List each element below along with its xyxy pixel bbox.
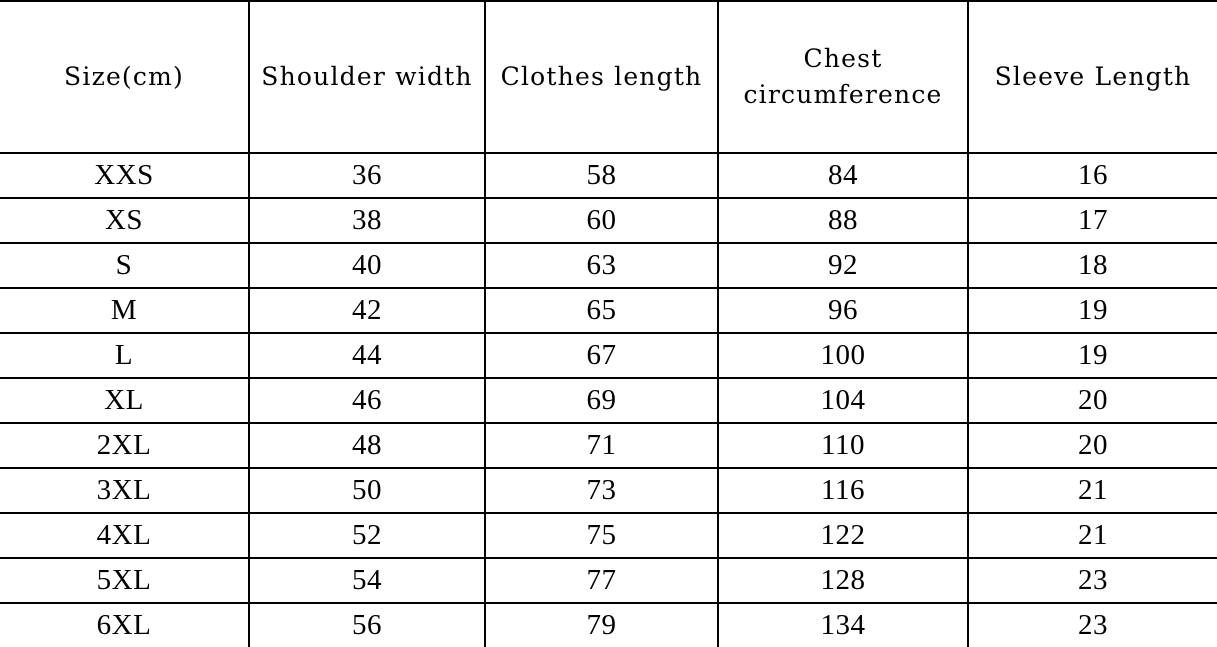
cell-sleeve-length: 21 [967,467,1217,514]
cell-clothes-length: 58 [484,152,718,199]
cell-size: XL [0,377,249,424]
cell-shoulder-width: 54 [248,557,485,604]
cell-size: 2XL [0,422,249,469]
cell-clothes-length: 65 [484,287,718,334]
cell-clothes-length: 73 [484,467,718,514]
column-header-chest-circumference: Chest circumference [717,0,968,154]
table-row: 6XL 56 79 134 23 [0,602,1217,647]
size-chart-sheet: Size(cm) Shoulder width Clothes length C… [0,0,1217,647]
table-row: 5XL 54 77 128 23 [0,557,1217,604]
column-header-shoulder-width-label: Shoulder width [261,61,473,91]
cell-shoulder-width: 40 [248,242,485,289]
cell-size: 5XL [0,557,249,604]
cell-shoulder-width: 50 [248,467,485,514]
cell-clothes-length: 63 [484,242,718,289]
column-header-size: Size(cm) [0,0,249,154]
cell-shoulder-width: 36 [248,152,485,199]
column-header-chest-circumference-label-line2: circumference [743,80,943,109]
table-row: S 40 63 92 18 [0,242,1217,289]
cell-chest-circumference: 128 [717,557,968,604]
cell-size: XXS [0,152,249,199]
cell-shoulder-width: 38 [248,197,485,244]
table-row: L 44 67 100 19 [0,332,1217,379]
cell-chest-circumference: 92 [717,242,968,289]
table-row: 4XL 52 75 122 21 [0,512,1217,559]
cell-size: XS [0,197,249,244]
cell-clothes-length: 75 [484,512,718,559]
cell-sleeve-length: 23 [967,557,1217,604]
column-header-size-label: Size(cm) [64,61,184,91]
cell-clothes-length: 60 [484,197,718,244]
cell-sleeve-length: 23 [967,602,1217,647]
cell-sleeve-length: 19 [967,332,1217,379]
cell-sleeve-length: 20 [967,377,1217,424]
cell-chest-circumference: 84 [717,152,968,199]
cell-sleeve-length: 16 [967,152,1217,199]
cell-clothes-length: 67 [484,332,718,379]
table-row: M 42 65 96 19 [0,287,1217,334]
table-body: XXS 36 58 84 16 XS 38 60 88 17 S 40 63 9… [0,152,1217,647]
cell-sleeve-length: 19 [967,287,1217,334]
cell-shoulder-width: 46 [248,377,485,424]
cell-sleeve-length: 20 [967,422,1217,469]
column-header-sleeve-length: Sleeve Length [967,0,1217,154]
table-row: XXS 36 58 84 16 [0,152,1217,199]
cell-sleeve-length: 21 [967,512,1217,559]
cell-size: 3XL [0,467,249,514]
column-header-sleeve-length-label: Sleeve Length [994,61,1192,91]
table-row: 2XL 48 71 110 20 [0,422,1217,469]
cell-chest-circumference: 134 [717,602,968,647]
cell-clothes-length: 77 [484,557,718,604]
cell-chest-circumference: 100 [717,332,968,379]
cell-sleeve-length: 18 [967,242,1217,289]
size-chart-table: Size(cm) Shoulder width Clothes length C… [0,0,1217,647]
table-row: XL 46 69 104 20 [0,377,1217,424]
cell-chest-circumference: 122 [717,512,968,559]
cell-clothes-length: 69 [484,377,718,424]
cell-shoulder-width: 48 [248,422,485,469]
cell-sleeve-length: 17 [967,197,1217,244]
column-header-clothes-length-label: Clothes length [500,61,703,91]
table-row: XS 38 60 88 17 [0,197,1217,244]
column-header-chest-circumference-label-line1: Chest [803,43,883,73]
cell-chest-circumference: 88 [717,197,968,244]
header-row: Size(cm) Shoulder width Clothes length C… [0,0,1217,154]
cell-size: M [0,287,249,334]
cell-shoulder-width: 44 [248,332,485,379]
cell-size: 6XL [0,602,249,647]
cell-chest-circumference: 116 [717,467,968,514]
cell-clothes-length: 79 [484,602,718,647]
column-header-clothes-length: Clothes length [484,0,718,154]
cell-shoulder-width: 56 [248,602,485,647]
cell-size: L [0,332,249,379]
cell-chest-circumference: 110 [717,422,968,469]
cell-chest-circumference: 96 [717,287,968,334]
cell-chest-circumference: 104 [717,377,968,424]
cell-shoulder-width: 52 [248,512,485,559]
table-header: Size(cm) Shoulder width Clothes length C… [0,0,1217,154]
column-header-shoulder-width: Shoulder width [248,0,485,154]
table-row: 3XL 50 73 116 21 [0,467,1217,514]
cell-size: S [0,242,249,289]
cell-clothes-length: 71 [484,422,718,469]
cell-size: 4XL [0,512,249,559]
cell-shoulder-width: 42 [248,287,485,334]
